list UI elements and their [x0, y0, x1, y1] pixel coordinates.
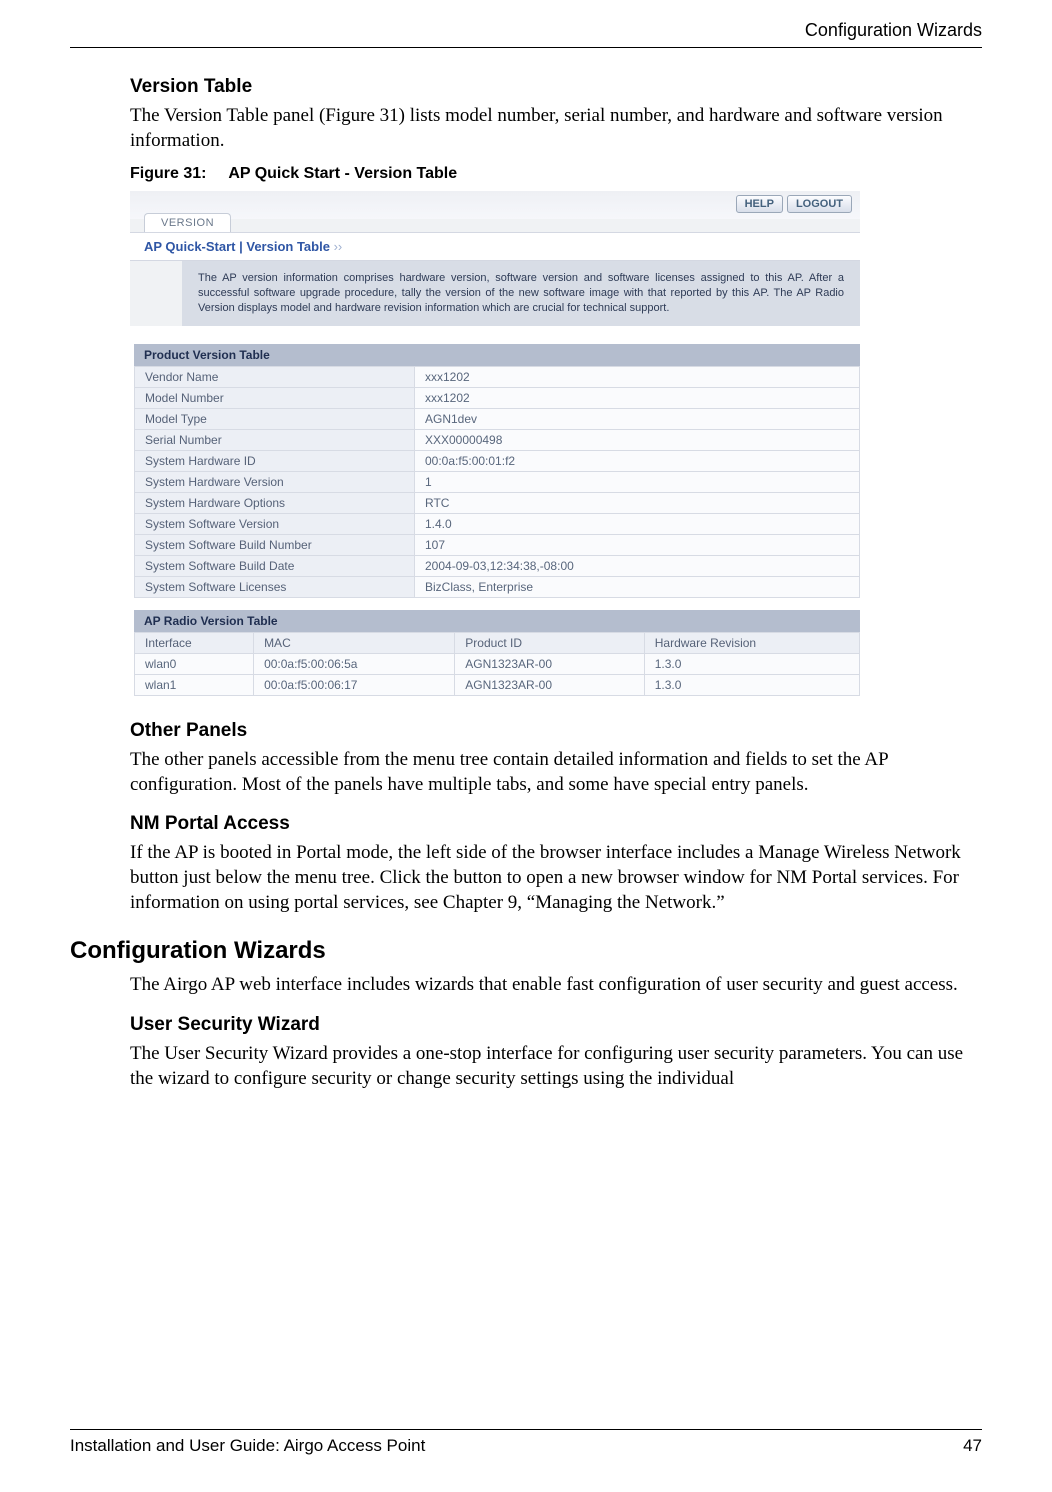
para-other-panels: The other panels accessible from the men… — [130, 748, 982, 797]
table-row: System Hardware ID00:0a:f5:00:01:f2 — [135, 450, 860, 471]
table-row: Model TypeAGN1dev — [135, 408, 860, 429]
table-row: System Software Version1.4.0 — [135, 513, 860, 534]
pvt-label: System Hardware Version — [135, 471, 415, 492]
rvt-header-hwrev: Hardware Revision — [644, 632, 859, 653]
figure-title: AP Quick Start - Version Table — [228, 165, 457, 182]
heading-configuration-wizards: Configuration Wizards — [70, 937, 982, 965]
pvt-value: XXX00000498 — [415, 429, 860, 450]
panel-description: The AP version information comprises har… — [182, 261, 860, 326]
tab-version[interactable]: VERSION — [144, 213, 231, 232]
rvt-cell-hw: 1.3.0 — [644, 674, 859, 695]
rvt-header-interface: Interface — [135, 632, 254, 653]
pvt-label: System Software Build Number — [135, 534, 415, 555]
product-version-table-title: Product Version Table — [134, 344, 860, 366]
pvt-label: System Hardware ID — [135, 450, 415, 471]
pvt-value: 107 — [415, 534, 860, 555]
table-row: System Software Build Number107 — [135, 534, 860, 555]
pvt-value: BizClass, Enterprise — [415, 576, 860, 597]
rvt-cell-mac: 00:0a:f5:00:06:17 — [254, 674, 455, 695]
pvt-label: System Software Licenses — [135, 576, 415, 597]
pvt-value: 1 — [415, 471, 860, 492]
pvt-value: RTC — [415, 492, 860, 513]
pvt-value: 00:0a:f5:00:01:f2 — [415, 450, 860, 471]
page-footer: Installation and User Guide: Airgo Acces… — [70, 1429, 982, 1456]
rvt-cell-pid: AGN1323AR-00 — [455, 653, 644, 674]
pvt-label: System Software Version — [135, 513, 415, 534]
figure-number: Figure 31: — [130, 165, 206, 182]
rvt-cell-hw: 1.3.0 — [644, 653, 859, 674]
pvt-value: 2004-09-03,12:34:38,-08:00 — [415, 555, 860, 576]
running-header: Configuration Wizards — [70, 20, 982, 48]
footer-title: Installation and User Guide: Airgo Acces… — [70, 1436, 425, 1456]
rvt-cell-iface: wlan0 — [135, 653, 254, 674]
heading-other-panels: Other Panels — [130, 720, 982, 742]
table-row: Model Numberxxx1202 — [135, 387, 860, 408]
pvt-value: xxx1202 — [415, 387, 860, 408]
product-version-table: Vendor Namexxx1202Model Numberxxx1202Mod… — [134, 366, 860, 598]
help-button[interactable]: HELP — [736, 195, 783, 213]
table-row: wlan000:0a:f5:00:06:5aAGN1323AR-001.3.0 — [135, 653, 860, 674]
figure-caption: Figure 31: AP Quick Start - Version Tabl… — [130, 165, 982, 183]
logout-button[interactable]: LOGOUT — [787, 195, 852, 213]
table-row: System Software LicensesBizClass, Enterp… — [135, 576, 860, 597]
table-row: wlan100:0a:f5:00:06:17AGN1323AR-001.3.0 — [135, 674, 860, 695]
table-row: Vendor Namexxx1202 — [135, 366, 860, 387]
table-row: System Hardware Version1 — [135, 471, 860, 492]
breadcrumb-arrows-icon: ›› — [334, 239, 343, 254]
rvt-cell-pid: AGN1323AR-00 — [455, 674, 644, 695]
radio-version-table: Interface MAC Product ID Hardware Revisi… — [134, 632, 860, 696]
pvt-value: AGN1dev — [415, 408, 860, 429]
table-row: System Hardware OptionsRTC — [135, 492, 860, 513]
table-row: System Software Build Date2004-09-03,12:… — [135, 555, 860, 576]
para-version-table: The Version Table panel (Figure 31) list… — [130, 104, 982, 153]
footer-page-number: 47 — [963, 1436, 982, 1456]
pvt-value: xxx1202 — [415, 366, 860, 387]
heading-nm-portal: NM Portal Access — [130, 813, 982, 835]
pvt-value: 1.4.0 — [415, 513, 860, 534]
pvt-label: System Software Build Date — [135, 555, 415, 576]
heading-version-table: Version Table — [130, 76, 982, 98]
radio-version-table-title: AP Radio Version Table — [134, 610, 860, 632]
desc-left-gutter — [130, 261, 182, 326]
para-user-security-wizard: The User Security Wizard provides a one-… — [130, 1042, 982, 1091]
rvt-cell-iface: wlan1 — [135, 674, 254, 695]
gap — [130, 598, 860, 610]
breadcrumb-text: AP Quick-Start | Version Table — [144, 239, 330, 254]
pvt-label: System Hardware Options — [135, 492, 415, 513]
pvt-label: Vendor Name — [135, 366, 415, 387]
rvt-header-productid: Product ID — [455, 632, 644, 653]
rvt-cell-mac: 00:0a:f5:00:06:5a — [254, 653, 455, 674]
para-nm-portal: If the AP is booted in Portal mode, the … — [130, 841, 982, 915]
pvt-label: Serial Number — [135, 429, 415, 450]
para-configuration-wizards: The Airgo AP web interface includes wiza… — [130, 973, 982, 998]
pvt-label: Model Number — [135, 387, 415, 408]
heading-user-security-wizard: User Security Wizard — [130, 1014, 982, 1036]
pvt-label: Model Type — [135, 408, 415, 429]
table-row: Serial NumberXXX00000498 — [135, 429, 860, 450]
figure-screenshot: HELP LOGOUT VERSION AP Quick-Start | Ver… — [130, 191, 860, 696]
breadcrumb: AP Quick-Start | Version Table ›› — [130, 232, 860, 261]
gap — [130, 326, 860, 344]
rvt-header-mac: MAC — [254, 632, 455, 653]
